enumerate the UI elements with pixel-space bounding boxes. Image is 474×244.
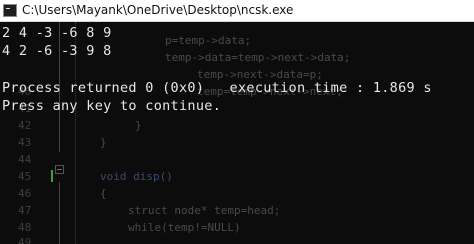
line-number: 46 xyxy=(18,187,32,200)
line-number: 48 xyxy=(18,221,32,234)
code-line: while(temp!=NULL) xyxy=(128,221,241,234)
line-number: 47 xyxy=(18,204,32,217)
code-line: { xyxy=(100,187,107,200)
code-line: } xyxy=(135,119,142,132)
console-window[interactable]: 40 41 42 43 44 45 46 47 48 49 p=temp->da… xyxy=(0,22,474,244)
line-number: 49 xyxy=(18,236,32,244)
code-line: void disp() xyxy=(100,170,173,183)
title-bar[interactable]: C:\Users\Mayank\OneDrive\Desktop\ncsk.ex… xyxy=(0,0,474,22)
output-line: 4 2 -6 -3 9 8 xyxy=(2,43,112,59)
line-number: 42 xyxy=(18,119,32,132)
change-marker xyxy=(51,170,53,182)
fold-line xyxy=(59,182,60,244)
line-number: 43 xyxy=(18,136,32,149)
output-line: 2 4 -3 -6 8 9 xyxy=(2,25,112,41)
process-returned-line: Process returned 0 (0x0) execution time … xyxy=(2,80,432,96)
line-number: 44 xyxy=(18,153,32,166)
code-line: } xyxy=(100,136,107,149)
fold-collapse-icon[interactable] xyxy=(55,165,64,174)
code-line: temp->data=temp->next->data; xyxy=(165,51,351,64)
code-line: struct node* temp=head; xyxy=(128,204,281,217)
press-any-key-line: Press any key to continue. xyxy=(2,98,222,114)
line-number: 45 xyxy=(18,170,32,183)
window-title: C:\Users\Mayank\OneDrive\Desktop\ncsk.ex… xyxy=(22,3,294,17)
code-line: p=temp->data; xyxy=(165,34,252,47)
console-app-icon xyxy=(3,4,17,17)
